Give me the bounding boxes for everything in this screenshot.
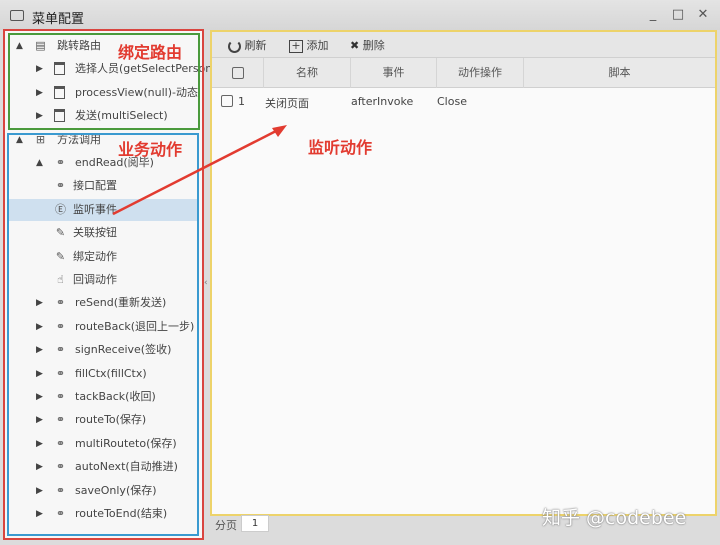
pager-label: 分页 <box>215 519 237 532</box>
watermark: 知乎 @codebee <box>542 507 687 529</box>
page-input[interactable]: 1 <box>241 515 269 532</box>
annotation-arrow <box>112 125 287 216</box>
